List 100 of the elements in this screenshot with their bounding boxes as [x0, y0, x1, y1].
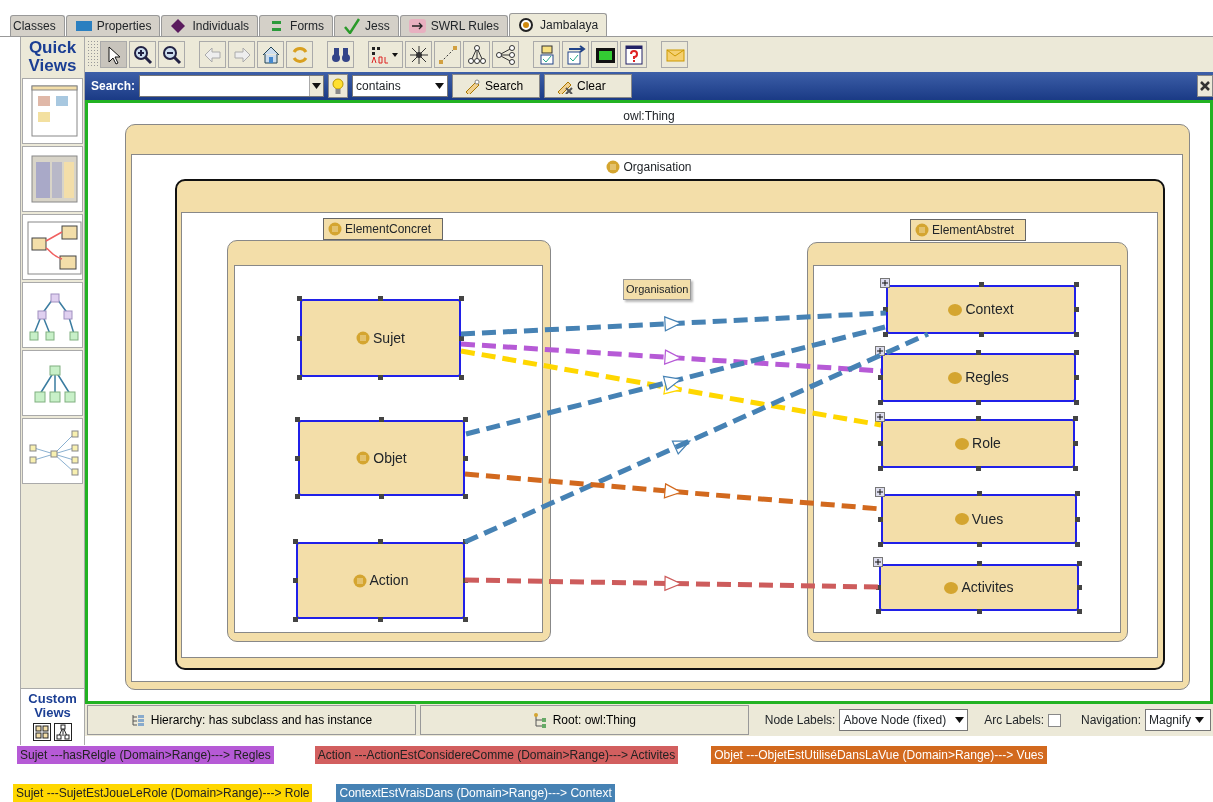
resize-handle[interactable]: [378, 617, 383, 622]
export-button[interactable]: [562, 41, 589, 68]
clear-button[interactable]: Clear: [544, 74, 633, 98]
zoom-in-button[interactable]: [129, 41, 156, 68]
binoculars-button[interactable]: [327, 41, 354, 68]
envelope-button[interactable]: [661, 41, 688, 68]
resize-handle[interactable]: [878, 400, 883, 405]
resize-handle[interactable]: [378, 539, 383, 544]
tree-view-icon[interactable]: [54, 723, 72, 741]
navigation-select[interactable]: Magnify: [1145, 709, 1211, 731]
resize-handle[interactable]: [878, 441, 883, 446]
resize-handle[interactable]: [1077, 585, 1082, 590]
tab[interactable]: Properties: [65, 15, 161, 36]
resize-handle[interactable]: [293, 617, 298, 622]
resize-handle[interactable]: [378, 375, 383, 380]
resize-handle[interactable]: [459, 375, 464, 380]
resize-handle[interactable]: [976, 542, 982, 547]
tab[interactable]: SWRL Rules: [399, 15, 509, 36]
resize-handle[interactable]: [978, 282, 984, 287]
resize-handle[interactable]: [297, 296, 302, 301]
class-node[interactable]: Objet: [295, 417, 468, 499]
labels-button[interactable]: [368, 41, 403, 68]
view-thumbnail[interactable]: [22, 418, 83, 484]
resize-handle[interactable]: [379, 417, 384, 422]
search-button[interactable]: Search: [452, 74, 541, 98]
resize-handle[interactable]: [463, 455, 468, 461]
tab[interactable]: Individuals: [161, 15, 259, 36]
hint-button[interactable]: [328, 74, 349, 98]
resize-handle[interactable]: [379, 494, 384, 499]
tab[interactable]: Forms: [259, 15, 334, 36]
resize-handle[interactable]: [463, 617, 468, 622]
class-node[interactable]: Activites: [876, 561, 1082, 614]
resize-handle[interactable]: [876, 609, 881, 614]
resize-handle[interactable]: [463, 539, 468, 544]
resize-handle[interactable]: [976, 350, 981, 355]
resize-handle[interactable]: [1074, 282, 1079, 287]
resize-handle[interactable]: [459, 296, 464, 301]
expand-icon[interactable]: [875, 412, 885, 422]
resize-handle[interactable]: [976, 609, 982, 614]
resize-handle[interactable]: [1075, 491, 1080, 496]
class-node[interactable]: Vues: [878, 491, 1080, 547]
resize-handle[interactable]: [976, 400, 981, 405]
grid-view-icon[interactable]: [33, 723, 51, 741]
class-node[interactable]: Regles: [878, 350, 1079, 405]
class-node[interactable]: Role: [878, 416, 1078, 471]
resize-handle[interactable]: [295, 417, 300, 422]
resize-handle[interactable]: [883, 332, 888, 337]
resize-handle[interactable]: [459, 335, 464, 341]
checklist-button[interactable]: [533, 41, 560, 68]
pointer-button[interactable]: [100, 41, 127, 68]
resize-handle[interactable]: [1077, 609, 1082, 614]
root-button[interactable]: Root: owl:Thing: [419, 705, 749, 735]
resize-handle[interactable]: [883, 307, 888, 312]
expand-icon[interactable]: [875, 346, 885, 356]
spring-layout-button[interactable]: [405, 41, 432, 68]
radial-layout-button[interactable]: [492, 41, 519, 68]
help-button[interactable]: [620, 41, 647, 68]
resize-handle[interactable]: [975, 416, 981, 421]
tree-layout-button[interactable]: [463, 41, 490, 68]
resize-handle[interactable]: [297, 375, 302, 380]
expand-icon[interactable]: [873, 557, 883, 567]
tab[interactable]: Jess: [334, 15, 399, 36]
resize-handle[interactable]: [1073, 416, 1078, 421]
home-button[interactable]: [257, 41, 284, 68]
resize-handle[interactable]: [1074, 400, 1079, 405]
tab[interactable]: Jambalaya: [509, 13, 608, 36]
class-node[interactable]: Action: [293, 539, 468, 622]
resize-handle[interactable]: [293, 539, 298, 544]
resize-handle[interactable]: [463, 578, 468, 583]
expand-icon[interactable]: [875, 487, 885, 497]
view-thumbnail[interactable]: [22, 214, 83, 280]
resize-handle[interactable]: [976, 561, 982, 566]
resize-handle[interactable]: [878, 375, 883, 380]
node-labels-select[interactable]: Above Node (fixed): [839, 709, 969, 731]
resize-handle[interactable]: [976, 491, 982, 496]
class-node[interactable]: Sujet: [297, 296, 464, 380]
resize-handle[interactable]: [878, 466, 883, 471]
resize-handle[interactable]: [1074, 307, 1079, 312]
resize-handle[interactable]: [878, 516, 883, 522]
filmstrip-button[interactable]: [591, 41, 618, 68]
view-thumbnail[interactable]: [22, 146, 83, 212]
resize-handle[interactable]: [1074, 375, 1079, 380]
resize-handle[interactable]: [975, 466, 981, 471]
resize-handle[interactable]: [293, 578, 298, 583]
match-mode-select[interactable]: contains: [352, 75, 449, 97]
expand-icon[interactable]: [880, 278, 890, 288]
resize-handle[interactable]: [1073, 466, 1078, 471]
resize-handle[interactable]: [378, 296, 383, 301]
view-thumbnail[interactable]: [22, 282, 83, 348]
arc-labels-checkbox[interactable]: [1048, 713, 1062, 727]
view-thumbnail[interactable]: [22, 78, 83, 144]
resize-handle[interactable]: [878, 542, 883, 547]
resize-handle[interactable]: [295, 494, 300, 499]
resize-handle[interactable]: [1073, 441, 1078, 446]
resize-handle[interactable]: [1074, 350, 1079, 355]
tab[interactable]: Classes: [10, 15, 65, 36]
close-button[interactable]: [1197, 75, 1213, 97]
class-node[interactable]: Context: [883, 282, 1079, 337]
resize-handle[interactable]: [463, 417, 468, 422]
resize-handle[interactable]: [1075, 516, 1080, 522]
